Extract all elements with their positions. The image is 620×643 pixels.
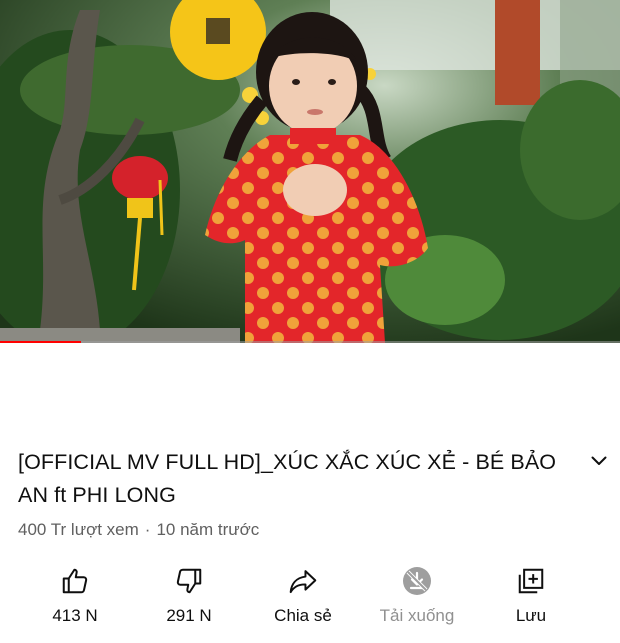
- chevron-down-icon: [591, 456, 607, 465]
- video-player[interactable]: [0, 0, 620, 343]
- playlist-add-icon: [518, 568, 544, 594]
- like-count: 413 N: [52, 606, 98, 625]
- share-button[interactable]: Chia sẻ: [243, 560, 363, 640]
- video-progress-fill: [0, 341, 81, 343]
- thumbs-down-icon: [176, 568, 202, 594]
- video-progress-bar[interactable]: [0, 341, 620, 343]
- action-bar: 413 N 291 N Chia sẻ Tải xuống Lưu: [0, 560, 620, 640]
- thumbs-up-icon: [62, 568, 88, 594]
- download-disabled-icon: [403, 567, 431, 595]
- like-button[interactable]: 413 N: [15, 560, 135, 640]
- video-title[interactable]: [OFFICIAL MV FULL HD]_XÚC XẮC XÚC XẺ - B…: [18, 446, 558, 512]
- meta-separator: ·: [144, 520, 151, 539]
- video-meta[interactable]: 400 Tr lượt xem · 10 năm trước: [18, 520, 259, 540]
- expand-description-button[interactable]: [586, 450, 612, 472]
- share-arrow-icon: [289, 570, 317, 594]
- save-label: Lưu: [515, 606, 547, 625]
- dislike-button[interactable]: 291 N: [129, 560, 249, 640]
- share-label: Chia sẻ: [274, 606, 332, 625]
- download-label: Tải xuống: [379, 606, 455, 625]
- video-frame: [0, 0, 620, 343]
- video-watch-page: [OFFICIAL MV FULL HD]_XÚC XẮC XÚC XẺ - B…: [0, 0, 620, 643]
- dislike-count: 291 N: [166, 606, 212, 625]
- view-count: 400 Tr lượt xem: [18, 520, 139, 539]
- download-button[interactable]: Tải xuống: [357, 560, 477, 640]
- upload-age: 10 năm trước: [156, 520, 260, 539]
- save-to-playlist-button[interactable]: Lưu: [471, 560, 591, 640]
